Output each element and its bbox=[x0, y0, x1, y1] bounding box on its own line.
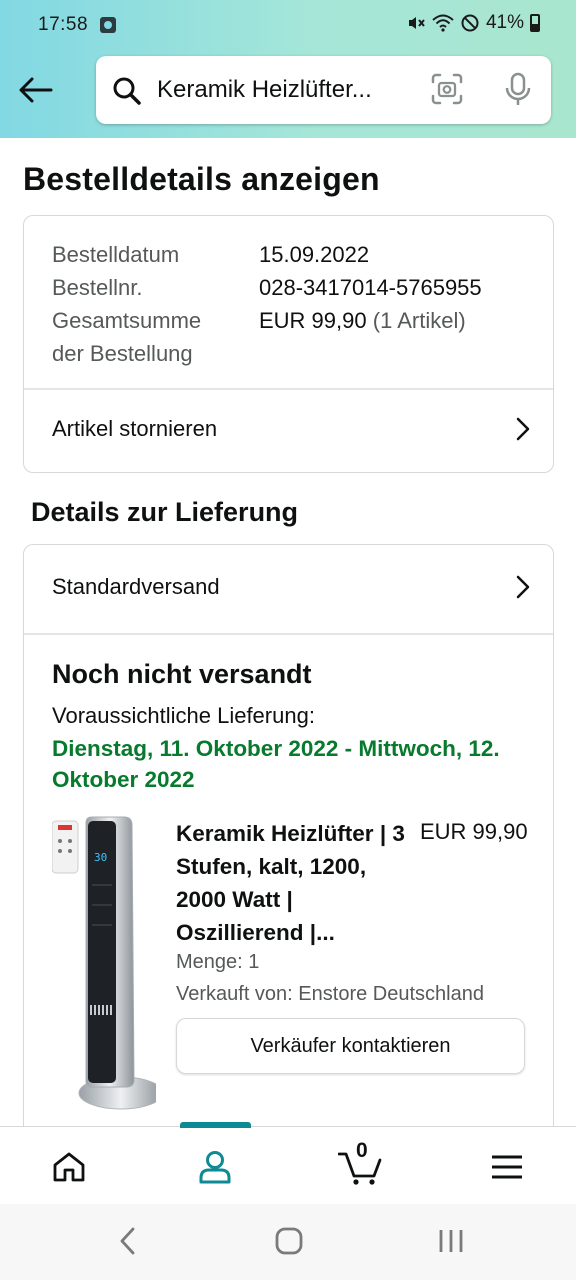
nav-active-indicator bbox=[180, 1122, 251, 1128]
wifi-icon bbox=[432, 14, 454, 32]
delivery-section-title: Details zur Lieferung bbox=[31, 497, 299, 527]
order-total: EUR 99,90 (1 Artikel) bbox=[259, 304, 466, 337]
chevron-right-icon bbox=[516, 575, 530, 599]
order-number-label: Bestellnr. bbox=[52, 275, 143, 300]
status-bar: 17:58 41% bbox=[0, 0, 576, 52]
page-title: Bestelldetails anzeigen bbox=[23, 161, 380, 197]
search-query[interactable]: Keramik Heizlüfter... bbox=[157, 76, 407, 104]
heater-illustration: 30 bbox=[51, 816, 164, 1110]
cancel-item-label: Artikel stornieren bbox=[52, 416, 218, 441]
account-icon bbox=[199, 1151, 231, 1184]
product-image[interactable]: 30 bbox=[51, 815, 164, 1115]
contact-seller-button[interactable]: Verkäufer kontaktieren bbox=[176, 1018, 525, 1074]
product-quantity: Menge: 1 bbox=[176, 951, 260, 973]
back-arrow-icon bbox=[19, 77, 53, 103]
heater-display: 30 bbox=[94, 851, 107, 864]
home-icon bbox=[53, 1152, 85, 1182]
system-nav-bar bbox=[0, 1204, 576, 1280]
shipping-method-row[interactable]: Standardversand bbox=[24, 547, 553, 627]
search-bar[interactable]: Keramik Heizlüfter... bbox=[96, 56, 551, 124]
delivery-card: Standardversand Noch nicht versandt Vora… bbox=[23, 544, 554, 1144]
system-back-icon[interactable] bbox=[118, 1226, 138, 1256]
order-summary-card: Bestelldatum 15.09.2022 Bestellnr. 028-3… bbox=[23, 215, 554, 473]
eta-date: Dienstag, 11. Oktober 2022 - Mittwoch, 1… bbox=[52, 736, 500, 792]
order-number: 028-3417014-5765955 bbox=[259, 275, 482, 300]
nav-cart[interactable]: 0 bbox=[337, 1139, 385, 1189]
nav-account[interactable] bbox=[193, 1145, 237, 1189]
system-recents-icon[interactable] bbox=[438, 1226, 464, 1256]
camera-scan-icon[interactable] bbox=[430, 72, 464, 106]
search-icon bbox=[113, 77, 141, 105]
shipment-status: Noch nicht versandt bbox=[52, 659, 312, 689]
cart-count: 0 bbox=[356, 1139, 368, 1162]
nav-menu[interactable] bbox=[485, 1145, 529, 1189]
menu-icon bbox=[492, 1155, 522, 1179]
product-price: EUR 99,90 bbox=[420, 819, 528, 844]
sim-icon bbox=[100, 17, 116, 33]
dnd-icon bbox=[461, 14, 479, 32]
order-total-items: (1 Artikel) bbox=[372, 308, 466, 333]
product-name[interactable]: Keramik Heizlüfter | 3 Stufen, kalt, 120… bbox=[176, 817, 406, 949]
order-total-label: Gesamtsumme bbox=[52, 308, 202, 333]
eta-label: Voraussichtliche Lieferung: bbox=[52, 703, 315, 728]
order-date-label: Bestelldatum bbox=[52, 242, 180, 267]
order-total-amount: EUR 99,90 bbox=[259, 308, 367, 333]
product-seller: Verkauft von: Enstore Deutschland bbox=[176, 983, 484, 1005]
mic-icon[interactable] bbox=[501, 72, 535, 108]
back-button[interactable] bbox=[14, 68, 58, 112]
mute-icon bbox=[408, 17, 425, 29]
order-date: 15.09.2022 bbox=[259, 242, 370, 267]
battery-icon bbox=[530, 14, 540, 32]
status-time: 17:58 bbox=[38, 14, 89, 35]
chevron-right-icon bbox=[516, 417, 530, 441]
divider bbox=[24, 633, 553, 635]
bottom-nav: 0 bbox=[0, 1122, 576, 1204]
status-icons: 41% bbox=[406, 12, 540, 34]
shipping-method-label: Standardversand bbox=[52, 574, 220, 599]
system-home-icon[interactable] bbox=[275, 1226, 303, 1256]
cancel-item-row[interactable]: Artikel stornieren bbox=[24, 389, 553, 469]
nav-home[interactable] bbox=[47, 1145, 91, 1189]
order-total-label-2: der Bestellung bbox=[52, 341, 193, 366]
battery-percent: 41% bbox=[485, 12, 524, 33]
